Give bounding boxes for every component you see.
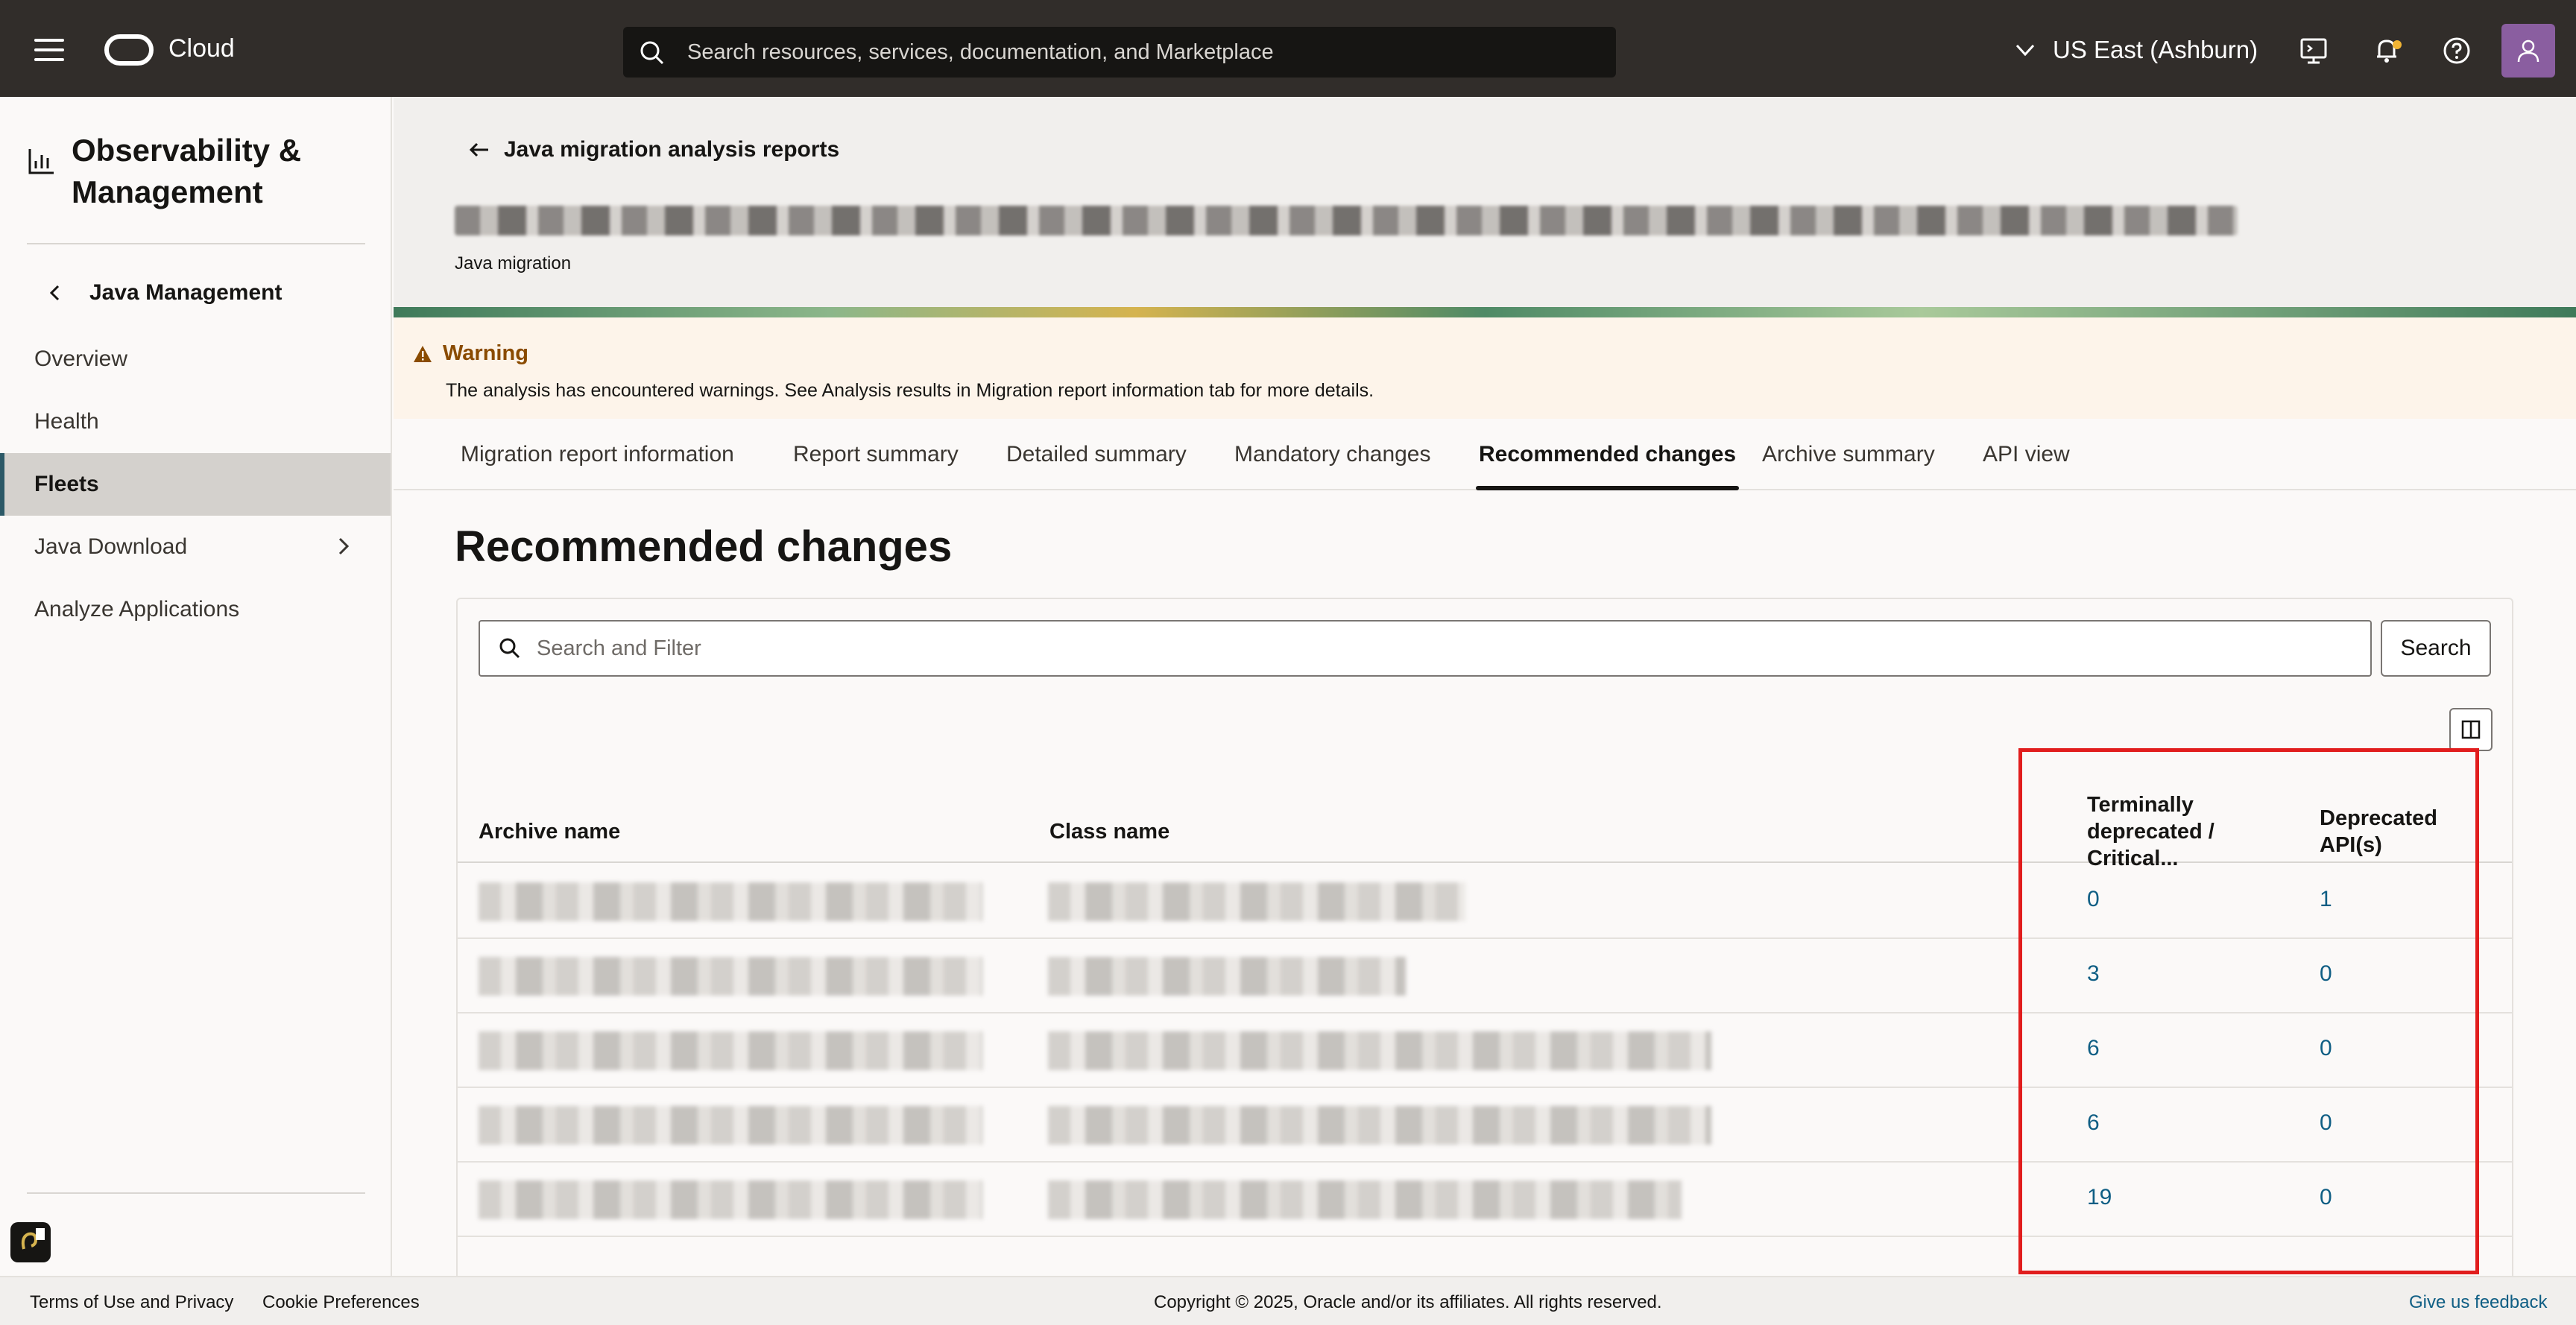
search-icon — [499, 638, 520, 659]
page-header: Java migration analysis reports Java mig… — [394, 97, 2576, 317]
tab-migration-report-information[interactable]: Migration report information — [461, 419, 734, 490]
sidebar-header: Observability & Management — [27, 130, 301, 213]
sidebar-bottom-divider — [27, 1192, 365, 1194]
report-tabs: Migration report information Report summ… — [394, 419, 2576, 490]
search-filter-placeholder: Search and Filter — [537, 636, 701, 660]
redacted-class-name — [1048, 1031, 1711, 1070]
sidebar: Observability & Management Java Manageme… — [0, 97, 392, 1276]
section-title: Recommended changes — [455, 522, 953, 571]
tab-api-view[interactable]: API view — [1983, 419, 2070, 490]
sidebar-item-java-download[interactable]: Java Download — [0, 516, 391, 578]
search-button[interactable]: Search — [2381, 620, 2491, 677]
search-filter-input[interactable]: Search and Filter — [479, 620, 2372, 677]
region-label: US East (Ashburn) — [2053, 36, 2258, 63]
sidebar-divider — [27, 243, 365, 244]
chevron-left-icon — [49, 285, 60, 301]
search-icon — [640, 41, 664, 65]
cloud-shell-icon[interactable] — [2299, 36, 2329, 66]
user-avatar[interactable] — [2501, 24, 2555, 78]
sidebar-item-fleets[interactable]: Fleets — [0, 453, 391, 516]
region-selector[interactable]: US East (Ashburn) — [2012, 36, 2258, 64]
redacted-class-name — [1048, 957, 1406, 996]
observability-chart-icon — [28, 149, 54, 174]
global-search-input[interactable]: Search resources, services, documentatio… — [623, 27, 1616, 78]
redacted-archive-name — [479, 882, 982, 921]
sidebar-title: Observability & Management — [72, 133, 302, 209]
menu-icon[interactable] — [34, 39, 64, 61]
feedback-link[interactable]: Give us feedback — [2409, 1292, 2547, 1313]
tab-recommended-changes[interactable]: Recommended changes — [1475, 419, 1740, 490]
redacted-archive-name — [479, 957, 982, 996]
oracle-logo-icon[interactable] — [104, 34, 154, 66]
chevron-down-icon — [2015, 44, 2035, 57]
global-search-placeholder: Search resources, services, documentatio… — [687, 40, 1274, 64]
redacted-archive-name — [479, 1031, 982, 1070]
warning-message: The analysis has encountered warnings. S… — [446, 380, 1374, 401]
redacted-page-title — [455, 206, 2238, 235]
redacted-archive-name — [479, 1180, 982, 1219]
redacted-class-name — [1048, 1106, 1711, 1145]
chevron-right-icon — [338, 537, 350, 555]
redacted-class-name — [1048, 882, 1465, 921]
cookie-preferences-link[interactable]: Cookie Preferences — [262, 1292, 420, 1313]
sidebar-item-analyze-applications[interactable]: Analyze Applications — [0, 578, 391, 641]
brand-name[interactable]: Cloud — [168, 34, 235, 63]
columns-icon — [2461, 720, 2481, 739]
tab-archive-summary[interactable]: Archive summary — [1762, 419, 1935, 490]
user-icon — [2517, 39, 2539, 63]
column-header-class-name[interactable]: Class name — [1049, 818, 1169, 845]
redacted-class-name — [1048, 1180, 1682, 1219]
help-icon[interactable] — [2442, 36, 2472, 66]
redacted-archive-name — [479, 1106, 982, 1145]
page-footer: Terms of Use and Privacy Cookie Preferen… — [0, 1276, 2576, 1325]
support-assistant-icon[interactable] — [10, 1222, 51, 1262]
sidebar-item-health[interactable]: Health — [0, 390, 391, 453]
tab-report-summary[interactable]: Report summary — [793, 419, 959, 490]
column-settings-button[interactable] — [2449, 708, 2493, 751]
warning-title: Warning — [413, 341, 528, 366]
column-header-archive-name[interactable]: Archive name — [479, 818, 620, 845]
arrow-left-icon — [469, 142, 488, 157]
warning-icon — [414, 345, 432, 362]
notification-indicator — [2393, 40, 2402, 49]
tab-mandatory-changes[interactable]: Mandatory changes — [1234, 419, 1431, 490]
highlight-annotation-box — [2018, 748, 2479, 1274]
decorative-banner — [394, 307, 2576, 317]
top-navigation-bar: Cloud Search resources, services, docume… — [0, 0, 2576, 97]
sidebar-item-overview[interactable]: Overview — [0, 328, 391, 390]
copyright-text: Copyright © 2025, Oracle and/or its affi… — [1154, 1292, 1662, 1312]
warning-banner: Warning The analysis has encountered war… — [394, 317, 2576, 419]
terms-link[interactable]: Terms of Use and Privacy — [30, 1292, 233, 1313]
back-to-reports-link[interactable]: Java migration analysis reports — [468, 137, 839, 162]
tab-detailed-summary[interactable]: Detailed summary — [1006, 419, 1187, 490]
page-subtitle: Java migration — [455, 253, 572, 273]
sidebar-back-java-management[interactable]: Java Management — [45, 280, 282, 306]
